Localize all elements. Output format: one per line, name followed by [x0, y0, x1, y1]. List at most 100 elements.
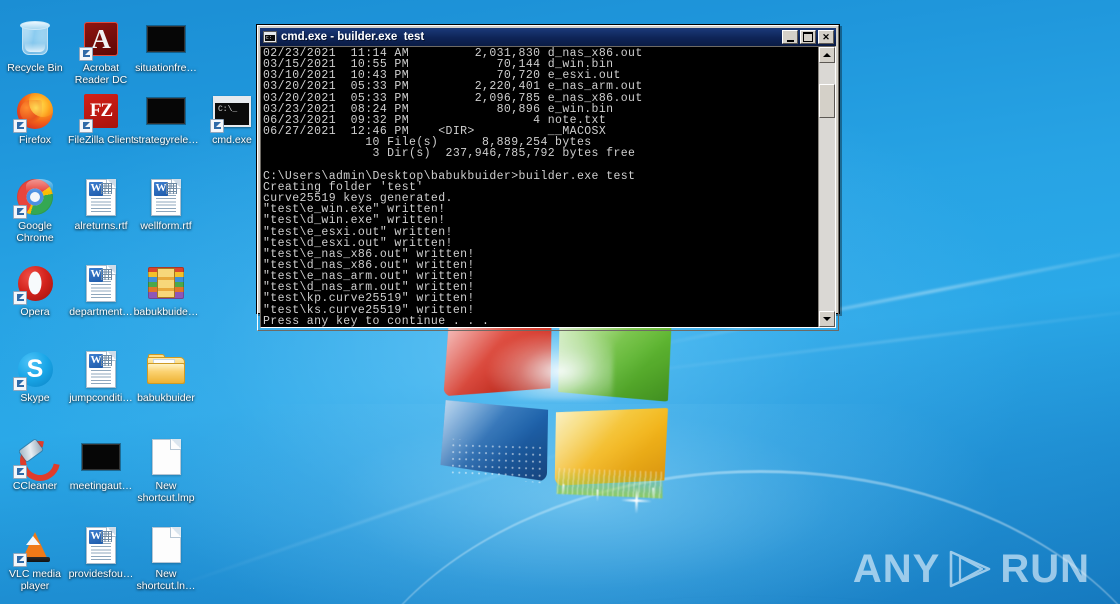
- desktop-icon-label: New shortcut.lmp: [137, 481, 194, 504]
- window-title: cmd.exe - builder.exe test: [281, 31, 782, 43]
- window-controls: ✕: [782, 30, 834, 44]
- cmd-title-bar[interactable]: cmd.exe - builder.exe test ✕: [260, 28, 836, 46]
- winrar-archive-icon: [145, 262, 187, 304]
- black-thumbnail-icon: [145, 18, 187, 60]
- desktop-icon-label: babukbuide…: [134, 307, 199, 319]
- desktop-icon-label: Recycle Bin: [7, 63, 62, 75]
- desktop-icon-label: VLC media player: [9, 569, 61, 592]
- black-thumbnail-art: [147, 98, 185, 124]
- window-frame: cmd.exe - builder.exe test ✕ 02/23/2021 …: [257, 25, 839, 331]
- desktop-icon-label: Skype: [20, 393, 49, 405]
- scrollbar-thumb[interactable]: [819, 84, 835, 118]
- windows-flag-logo-icon: [440, 317, 689, 500]
- desktop-icon-label: providesfou…: [69, 569, 134, 581]
- shortcut-overlay-icon: [13, 465, 27, 479]
- vertical-scrollbar[interactable]: [818, 47, 835, 327]
- cmd-window[interactable]: cmd.exe - builder.exe test ✕ 02/23/2021 …: [256, 24, 840, 314]
- cmd-console-icon: [211, 90, 253, 132]
- desktop-icon-babukbuider[interactable]: babukbuider: [133, 348, 199, 405]
- desktop-icon-wellform-rtf[interactable]: Wwellform.rtf: [133, 176, 199, 233]
- black-thumbnail-art: [82, 444, 120, 470]
- desktop-icon-acrobat-reader-dc[interactable]: Acrobat Reader DC: [68, 18, 134, 86]
- logo-drip: [596, 490, 598, 502]
- desktop-icon-label: jumpconditi…: [69, 393, 133, 405]
- opera-icon: [14, 262, 56, 304]
- skype-icon: [14, 348, 56, 390]
- shortcut-overlay-icon: [13, 377, 27, 391]
- scroll-down-arrow-icon[interactable]: [819, 311, 835, 327]
- word-doc-art: W: [86, 527, 116, 564]
- close-icon: ✕: [819, 31, 833, 43]
- desktop-icon-vlc-media-player[interactable]: VLC media player: [2, 524, 68, 592]
- winrar-art: [148, 267, 184, 299]
- desktop-icon-label: Google Chrome: [16, 221, 53, 244]
- cmd-console-icon: [263, 31, 277, 43]
- desktop-icon-label: New shortcut.ln…: [137, 569, 196, 592]
- desktop-icon-department[interactable]: Wdepartment…: [68, 262, 134, 319]
- desktop-icon-strategyrele[interactable]: strategyrele…: [133, 90, 199, 147]
- close-button[interactable]: ✕: [818, 30, 834, 44]
- desktop-icon-label: alreturns.rtf: [74, 221, 127, 233]
- folder-art: [147, 354, 185, 384]
- shortcut-overlay-icon: [13, 119, 27, 133]
- blank-document-icon: [145, 436, 187, 478]
- desktop-icon-label: strategyrele…: [133, 135, 198, 147]
- desktop-icon-new-shortcut-ln[interactable]: New shortcut.ln…: [133, 524, 199, 592]
- logo-highlight: [485, 328, 614, 401]
- desktop-icon-label: CCleaner: [13, 481, 57, 493]
- folder-icon: [145, 348, 187, 390]
- wallpaper-arc: [330, 470, 1120, 604]
- google-chrome-icon: [14, 176, 56, 218]
- desktop-icon-label: wellform.rtf: [140, 221, 191, 233]
- blank-doc-art: [152, 439, 181, 475]
- desktop-icon-label: department…: [69, 307, 133, 319]
- desktop-icon-label: cmd.exe: [212, 135, 252, 147]
- black-thumbnail-icon: [145, 90, 187, 132]
- word-document-icon: W: [80, 524, 122, 566]
- desktop-icon-opera[interactable]: Opera: [2, 262, 68, 319]
- black-thumbnail-art: [147, 26, 185, 52]
- desktop-icon-google-chrome[interactable]: Google Chrome: [2, 176, 68, 244]
- shortcut-overlay-icon: [13, 205, 27, 219]
- console-output[interactable]: 02/23/2021 11:14 AM 2,031,830 d_nas_x86.…: [261, 47, 818, 327]
- desktop-icon-recycle-bin[interactable]: Recycle Bin: [2, 18, 68, 75]
- desktop-icon-filezilla-client[interactable]: FileZilla Client: [68, 90, 134, 147]
- desktop-icon-providesfou[interactable]: Wprovidesfou…: [68, 524, 134, 581]
- filezilla-icon: [80, 90, 122, 132]
- desktop-icon-label: Acrobat Reader DC: [75, 63, 128, 86]
- recycle-bin-icon: [14, 18, 56, 60]
- desktop-icon-label: Firefox: [19, 135, 51, 147]
- shortcut-overlay-icon: [79, 119, 93, 133]
- word-document-icon: W: [80, 348, 122, 390]
- desktop-icon-ccleaner[interactable]: CCleaner: [2, 436, 68, 493]
- blank-document-icon: [145, 524, 187, 566]
- desktop-icon-label: FileZilla Client: [68, 135, 134, 147]
- desktop-icon-jumpconditi[interactable]: Wjumpconditi…: [68, 348, 134, 405]
- desktop[interactable]: Recycle Bin Acrobat Reader DC situationfre…: [0, 0, 1120, 604]
- desktop-icon-alreturns-rtf[interactable]: Walreturns.rtf: [68, 176, 134, 233]
- word-document-icon: W: [145, 176, 187, 218]
- desktop-icon-new-shortcut-lmp[interactable]: New shortcut.lmp: [133, 436, 199, 504]
- logo-drip: [562, 484, 564, 496]
- desktop-icon-firefox[interactable]: Firefox: [2, 90, 68, 147]
- desktop-icon-label: babukbuider: [137, 393, 195, 405]
- desktop-icon-babukbuide[interactable]: babukbuide…: [133, 262, 199, 319]
- firefox-icon: [14, 90, 56, 132]
- word-document-icon: W: [80, 176, 122, 218]
- desktop-icon-situationfre[interactable]: situationfre…: [133, 18, 199, 75]
- desktop-icon-label: meetingaut…: [70, 481, 132, 493]
- word-document-icon: W: [80, 262, 122, 304]
- blank-doc-art: [152, 527, 181, 563]
- scroll-up-arrow-icon[interactable]: [819, 47, 835, 63]
- desktop-icon-skype[interactable]: Skype: [2, 348, 68, 405]
- black-thumbnail-icon: [80, 436, 122, 478]
- ccleaner-icon: [14, 436, 56, 478]
- console-area[interactable]: 02/23/2021 11:14 AM 2,031,830 d_nas_x86.…: [260, 46, 836, 328]
- recycle-bin-art: [22, 23, 48, 55]
- maximize-button[interactable]: [800, 30, 816, 44]
- desktop-icon-meetingaut[interactable]: meetingaut…: [68, 436, 134, 493]
- vlc-media-player-icon: [14, 524, 56, 566]
- scrollbar-track[interactable]: [819, 63, 835, 311]
- minimize-button[interactable]: [782, 30, 798, 44]
- desktop-icon-label: situationfre…: [135, 63, 197, 75]
